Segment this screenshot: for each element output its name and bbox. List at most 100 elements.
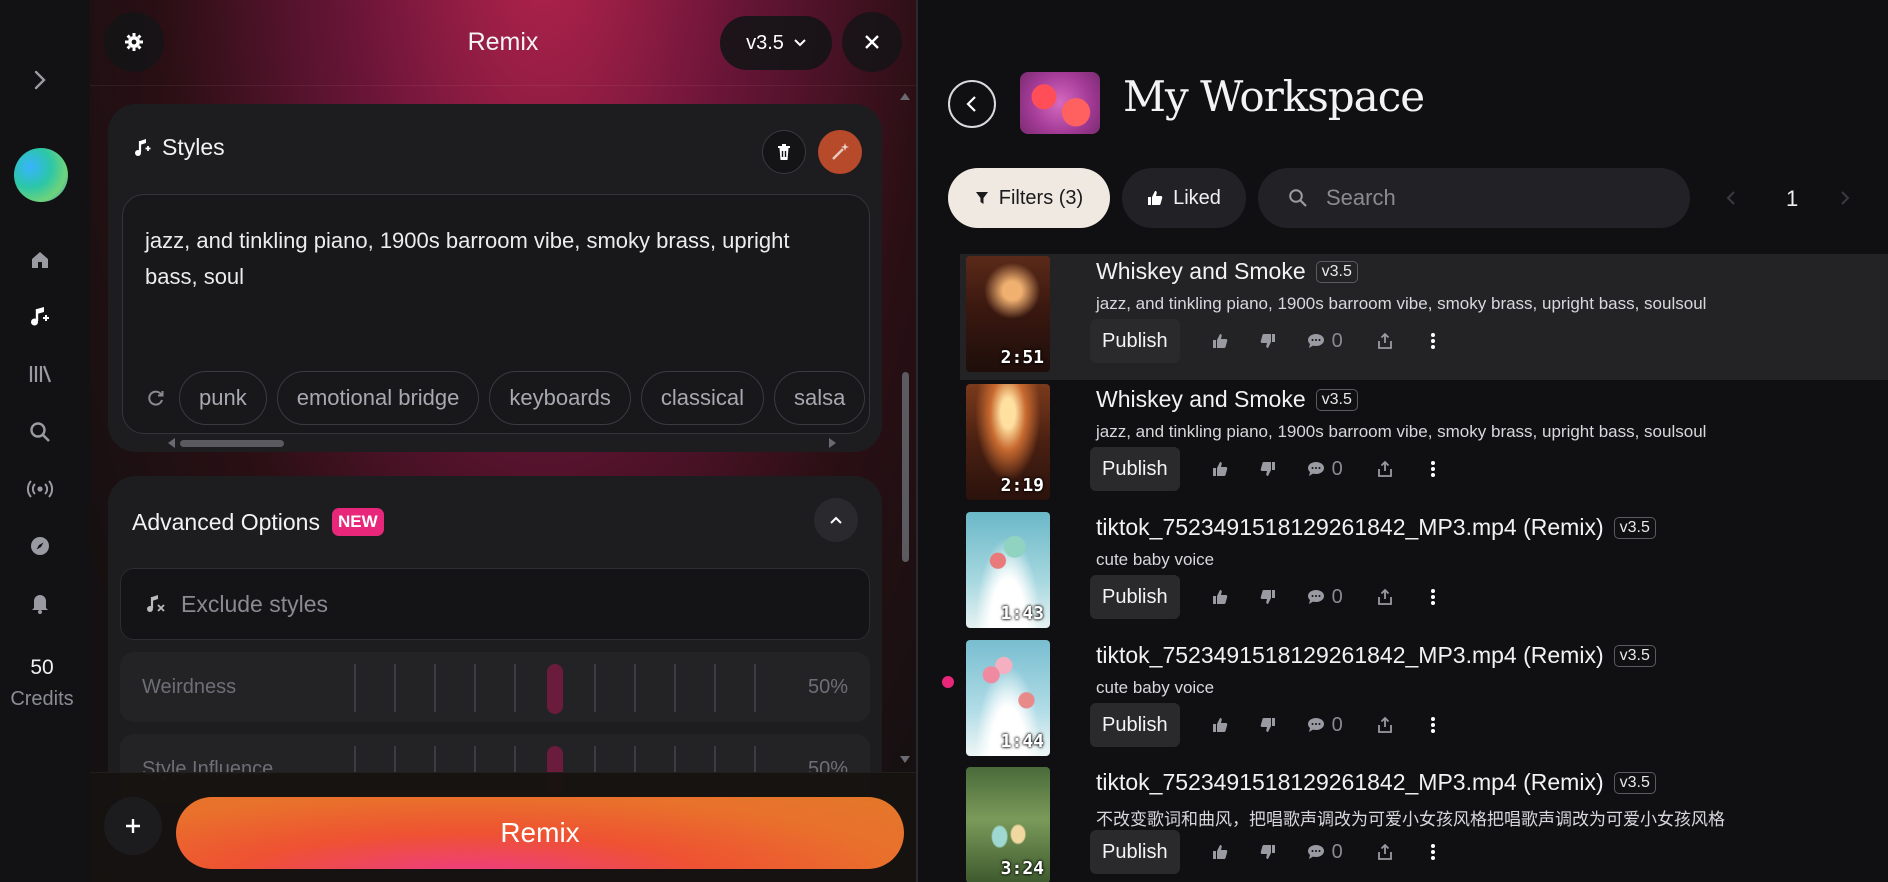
song-title[interactable]: Whiskey and Smoke (1096, 386, 1306, 413)
dislike-button[interactable] (1244, 333, 1292, 349)
song-row[interactable]: 1:43 tiktok_7523491518129261842_MP3.mp4 … (960, 510, 1888, 636)
share-button[interactable] (1361, 333, 1409, 349)
remix-submit-button[interactable]: Remix (176, 797, 904, 869)
song-cover-image[interactable]: 1:44 (966, 640, 1050, 756)
workspace-panel: My Workspace Filters (3) Liked 1 2:51 Wh… (918, 0, 1888, 882)
filters-button[interactable]: Filters (3) (948, 168, 1110, 228)
share-button[interactable] (1361, 589, 1409, 605)
styles-prompt-text[interactable]: jazz, and tinkling piano, 1900s barroom … (145, 223, 825, 295)
dislike-button[interactable] (1244, 844, 1292, 860)
back-button[interactable] (948, 80, 996, 128)
share-button[interactable] (1361, 717, 1409, 733)
remix-panel-header: Remix v3.5 (90, 0, 916, 86)
more-options-button[interactable] (1409, 716, 1457, 734)
avatar[interactable] (14, 148, 68, 202)
more-options-button[interactable] (1409, 332, 1457, 350)
library-icon[interactable] (26, 360, 54, 388)
song-title[interactable]: tiktok_7523491518129261842_MP3.mp4 (Remi… (1096, 642, 1604, 669)
workspace-search[interactable] (1258, 168, 1690, 228)
styles-prompt-field[interactable]: jazz, and tinkling piano, 1900s barroom … (122, 194, 870, 434)
style-chip[interactable]: classical (640, 371, 765, 425)
song-cover-image[interactable]: 1:43 (966, 512, 1050, 628)
song-title[interactable]: Whiskey and Smoke (1096, 258, 1306, 285)
music-note-icon (135, 138, 151, 156)
publish-button[interactable]: Publish (1090, 319, 1180, 363)
scroll-left-icon[interactable] (168, 438, 176, 448)
refresh-suggestions-icon[interactable] (133, 371, 179, 425)
more-options-button[interactable] (1409, 460, 1457, 478)
share-button[interactable] (1361, 844, 1409, 860)
style-chip[interactable]: keyboards (489, 371, 631, 425)
publish-button[interactable]: Publish (1090, 703, 1180, 747)
share-button[interactable] (1361, 461, 1409, 477)
like-button[interactable] (1196, 461, 1244, 477)
dislike-button[interactable] (1244, 461, 1292, 477)
panel-vertical-scrollbar[interactable] (900, 92, 910, 764)
song-title-line: Whiskey and Smoke v3.5 (1096, 386, 1358, 413)
chevron-up-icon (830, 516, 842, 524)
scroll-down-icon[interactable] (900, 756, 910, 764)
page-next-icon[interactable] (1840, 190, 1850, 206)
clear-styles-button[interactable] (762, 130, 806, 174)
expand-chevron-icon[interactable] (26, 66, 54, 94)
song-cover-image[interactable]: 2:51 (966, 256, 1050, 372)
like-button[interactable] (1196, 589, 1244, 605)
explore-compass-icon[interactable] (26, 532, 54, 560)
style-chip[interactable]: salsa (774, 371, 866, 425)
chips-scroll-thumb[interactable] (180, 440, 284, 447)
song-version-badge: v3.5 (1613, 644, 1656, 667)
search-icon[interactable] (26, 418, 54, 446)
more-options-button[interactable] (1409, 843, 1457, 861)
page-prev-icon[interactable] (1726, 190, 1736, 206)
panel-scroll-thumb[interactable] (902, 372, 909, 562)
share-icon (1377, 589, 1392, 605)
song-row[interactable]: 3:24 tiktok_7523491518129261842_MP3.mp4 … (960, 765, 1888, 882)
song-row[interactable]: 1:44 tiktok_7523491518129261842_MP3.mp4 … (960, 638, 1888, 764)
song-title-line: tiktok_7523491518129261842_MP3.mp4 (Remi… (1096, 514, 1656, 541)
style-chip[interactable]: emotional bridge (276, 371, 480, 425)
liked-label: Liked (1173, 186, 1221, 209)
filter-icon (975, 192, 988, 204)
notifications-bell-icon[interactable] (26, 589, 54, 617)
like-button[interactable] (1196, 717, 1244, 733)
scroll-up-icon[interactable] (900, 92, 910, 100)
more-options-button[interactable] (1409, 588, 1457, 606)
publish-button[interactable]: Publish (1090, 447, 1180, 491)
song-cover-image[interactable]: 2:19 (966, 384, 1050, 500)
version-select[interactable]: v3.5 (720, 16, 832, 70)
style-chip[interactable]: punk (179, 371, 267, 425)
slider-knob[interactable] (547, 664, 563, 714)
song-title[interactable]: tiktok_7523491518129261842_MP3.mp4 (Remi… (1096, 769, 1604, 796)
liked-button[interactable]: Liked (1122, 168, 1246, 228)
publish-button[interactable]: Publish (1090, 830, 1180, 874)
collapse-advanced-button[interactable] (814, 498, 858, 542)
create-music-icon[interactable] (26, 303, 54, 331)
style-suggestion-chips: punk emotional bridge keyboards classical sa… (133, 371, 869, 427)
dislike-button[interactable] (1244, 717, 1292, 733)
dislike-button[interactable] (1244, 589, 1292, 605)
add-button[interactable] (104, 797, 162, 855)
advanced-options-header[interactable]: Advanced Options NEW (132, 508, 384, 536)
chips-horizontal-scrollbar[interactable] (168, 438, 836, 448)
thumbs-up-icon (1212, 845, 1227, 859)
weirdness-slider[interactable] (354, 664, 774, 714)
weirdness-label: Weirdness (142, 676, 237, 698)
weirdness-value: 50% (807, 676, 848, 698)
close-icon (865, 35, 879, 49)
scroll-right-icon[interactable] (828, 438, 836, 448)
like-button[interactable] (1196, 844, 1244, 860)
search-icon (1289, 189, 1307, 207)
magic-wand-button[interactable] (818, 130, 862, 174)
radio-broadcast-icon[interactable] (26, 475, 54, 503)
home-icon[interactable] (26, 246, 54, 274)
song-row[interactable]: 2:19 Whiskey and Smoke v3.5 jazz, and ti… (960, 382, 1888, 508)
song-cover-image[interactable]: 3:24 (966, 767, 1050, 882)
song-row[interactable]: 2:51 Whiskey and Smoke v3.5 jazz, and ti… (960, 254, 1888, 380)
song-title[interactable]: tiktok_7523491518129261842_MP3.mp4 (Remi… (1096, 514, 1604, 541)
like-button[interactable] (1196, 333, 1244, 349)
publish-button[interactable]: Publish (1090, 575, 1180, 619)
exclude-styles-field[interactable]: Exclude styles (120, 568, 870, 640)
close-button[interactable] (842, 12, 902, 72)
plus-icon (126, 819, 140, 833)
search-input[interactable] (1326, 185, 1646, 211)
